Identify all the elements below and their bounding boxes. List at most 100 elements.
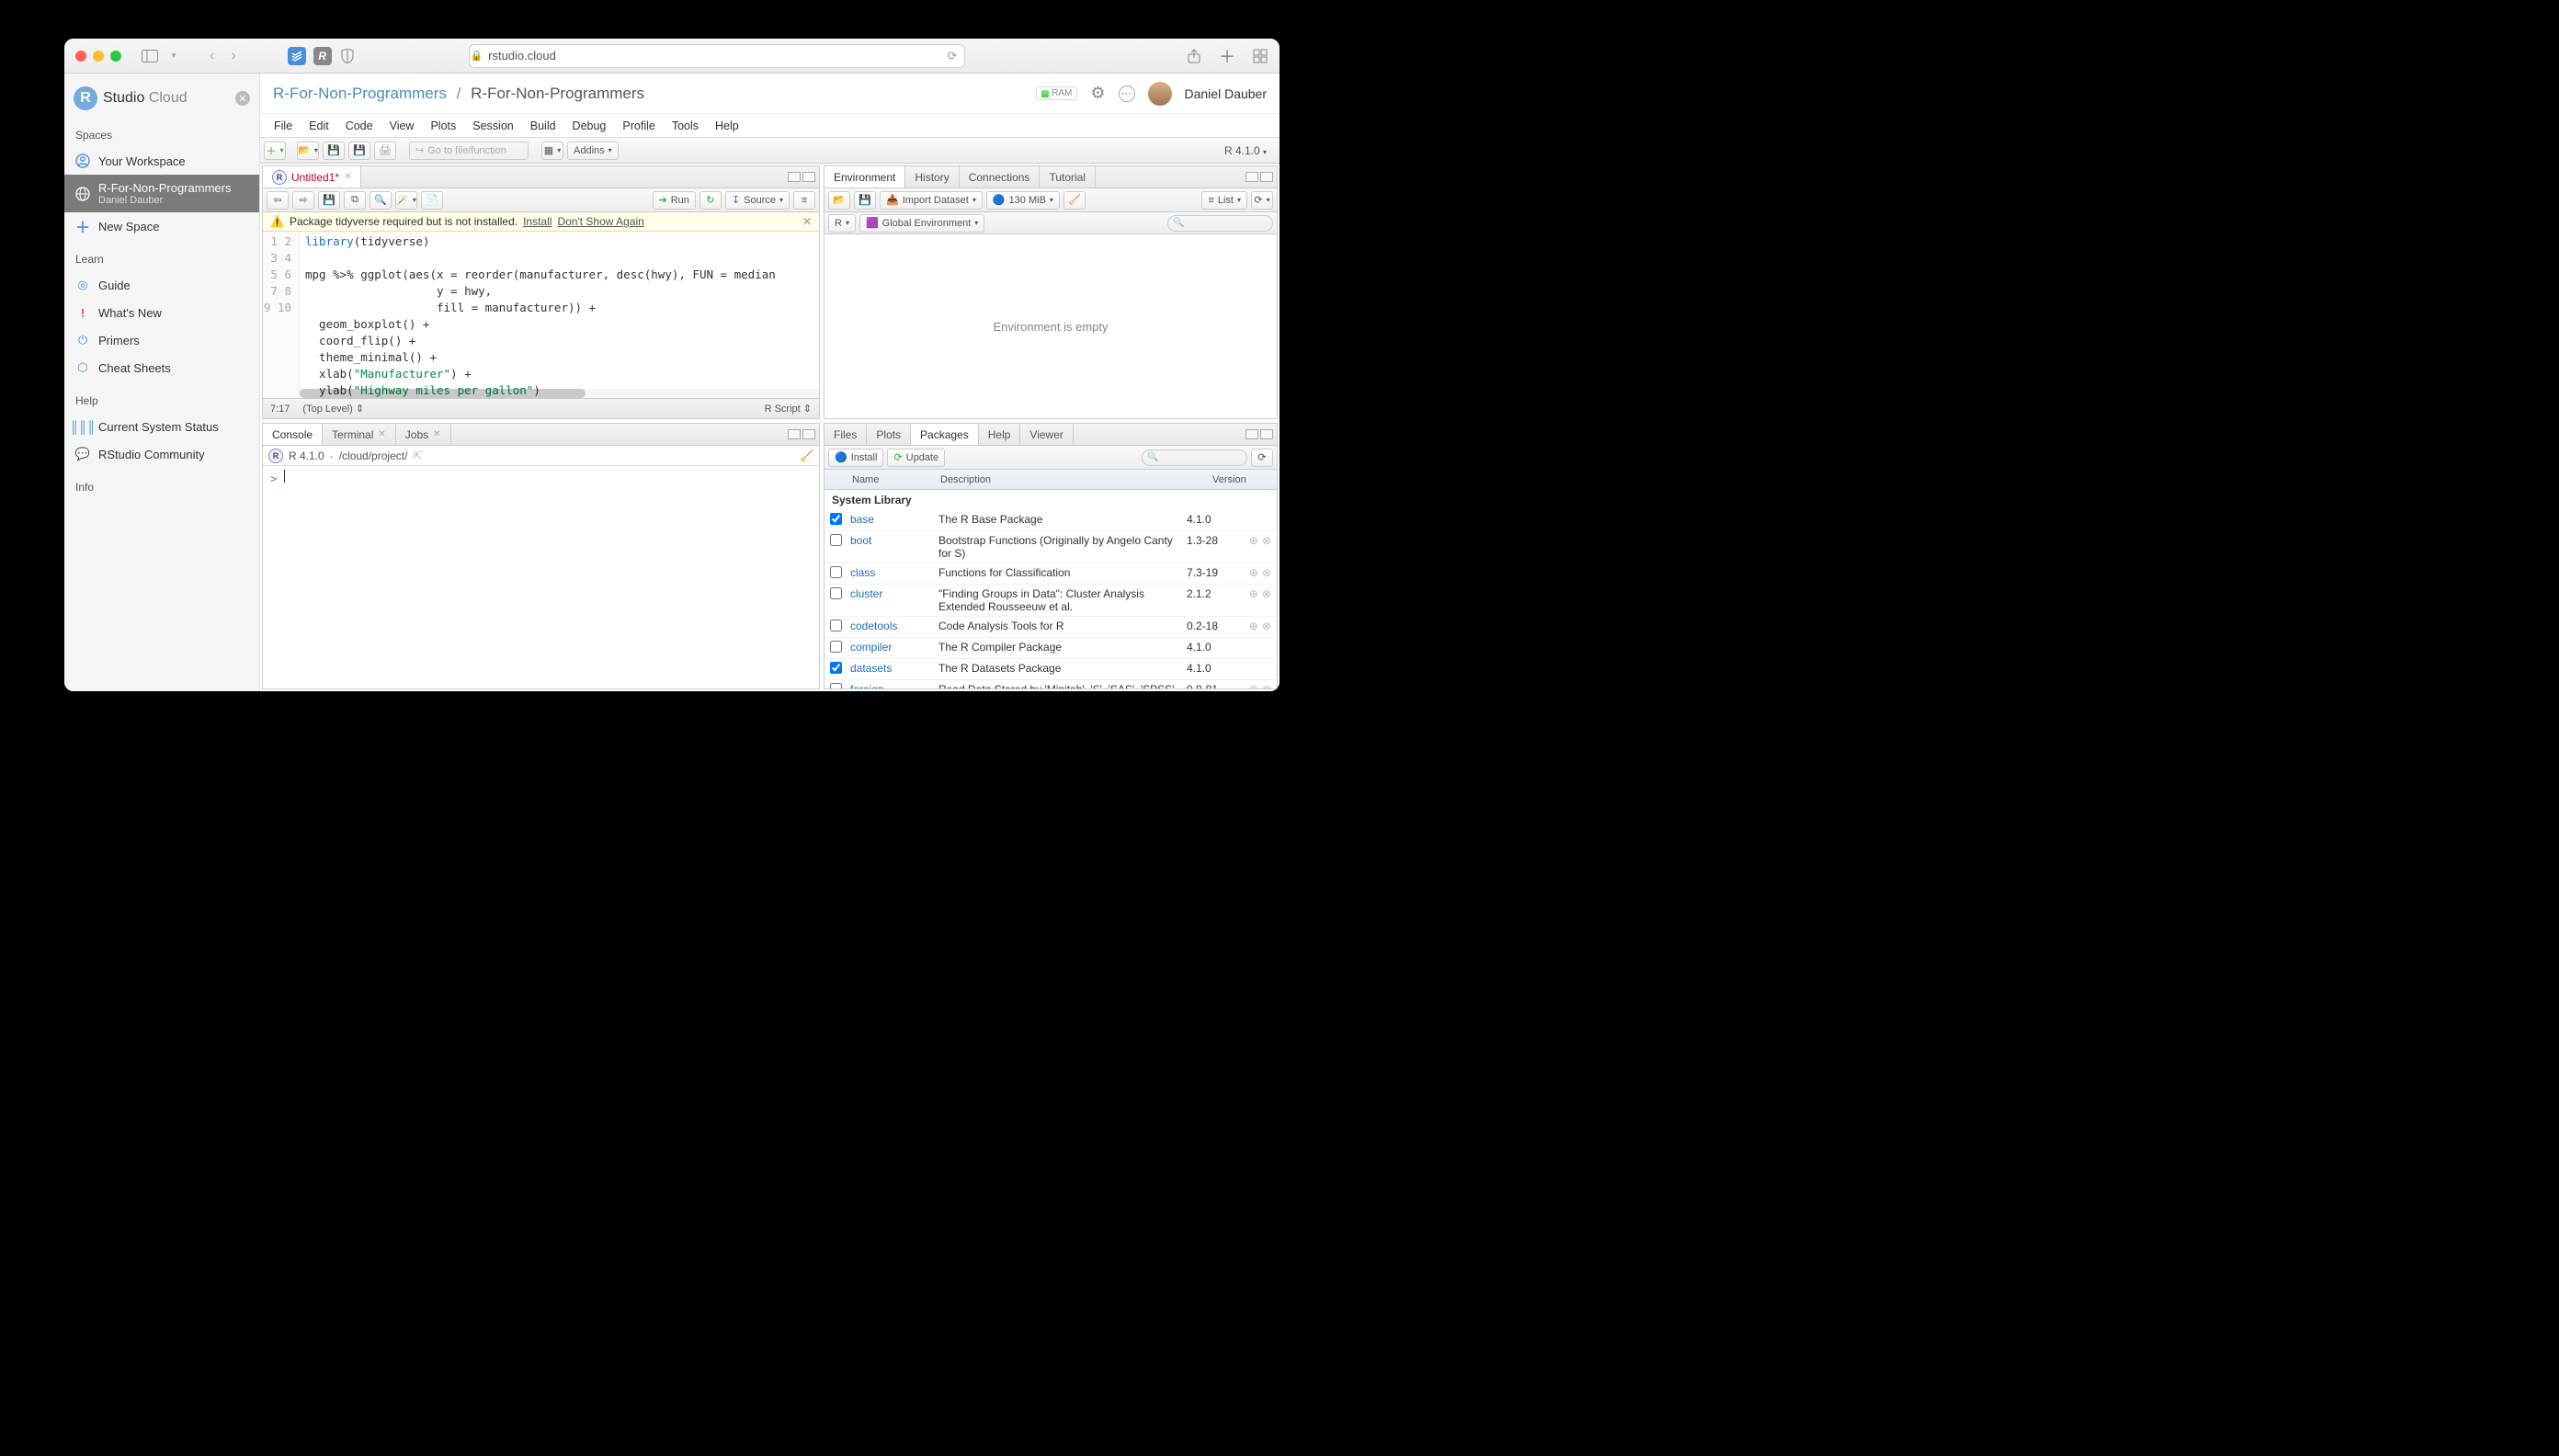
install-pkg-button[interactable]: 🔵 Install — [828, 449, 883, 467]
memory-indicator[interactable]: 🔵 130 MiB ▾ — [986, 191, 1060, 210]
ram-indicator[interactable]: RAM — [1036, 86, 1077, 100]
menu-view[interactable]: View — [381, 119, 423, 132]
menu-plots[interactable]: Plots — [422, 119, 464, 132]
pkg-remove-icon[interactable]: ⊗ — [1262, 683, 1271, 688]
new-file-button[interactable]: ＋▾ — [264, 142, 286, 160]
rerun-button[interactable]: ↻ — [699, 191, 722, 210]
todoist-extension-icon[interactable] — [288, 47, 306, 65]
update-pkg-button[interactable]: ⟳ Update — [887, 449, 945, 467]
pkg-link-datasets[interactable]: datasets — [850, 662, 938, 675]
env-tab-environment[interactable]: Environment — [825, 166, 905, 188]
pkg-tab-packages[interactable]: Packages — [911, 424, 979, 445]
new-tab-icon[interactable]: ＋ — [1219, 48, 1235, 64]
back-button[interactable]: ‹ — [210, 48, 214, 64]
pkg-tab-viewer[interactable]: Viewer — [1020, 424, 1073, 445]
open-file-button[interactable]: 📂▾ — [297, 142, 319, 160]
sidebar-item-project[interactable]: R-For-Non-Programmers Daniel Dauber — [64, 175, 259, 212]
menu-file[interactable]: File — [266, 119, 301, 132]
pkg-tab-plots[interactable]: Plots — [867, 424, 911, 445]
compile-report-button[interactable]: 📄 — [421, 191, 443, 210]
pkg-web-icon[interactable]: ⊕ — [1249, 620, 1258, 632]
sidebar-item-status[interactable]: ║║║ Current System Status — [64, 413, 259, 440]
sidebar-item-primers[interactable]: ⏻ Primers — [64, 326, 259, 354]
run-button[interactable]: ➔Run — [653, 191, 696, 210]
sidebar-item-whats-new[interactable]: ! What's New — [64, 299, 259, 326]
pkg-toggle-base[interactable] — [830, 513, 842, 525]
pkg-link-compiler[interactable]: compiler — [850, 641, 938, 654]
menu-session[interactable]: Session — [464, 119, 521, 132]
console-body[interactable]: > — [263, 466, 819, 688]
pkg-tab-help[interactable]: Help — [979, 424, 1021, 445]
clear-env-button[interactable]: 🧹 — [1063, 191, 1086, 210]
code-tools-button[interactable]: 🪄▾ — [395, 191, 417, 210]
pkg-remove-icon[interactable]: ⊗ — [1262, 587, 1271, 600]
source-tab-untitled[interactable]: R Untitled1* ✕ — [263, 166, 361, 188]
close-window-button[interactable] — [75, 51, 86, 62]
grid-view-button[interactable]: ▦▾ — [541, 142, 563, 160]
show-in-new-window-button[interactable]: ⧉ — [344, 191, 366, 210]
dismiss-link[interactable]: Don't Show Again — [557, 215, 643, 228]
refresh-pkg-button[interactable]: ⟳ — [1251, 449, 1273, 467]
minimize-console-button[interactable] — [788, 429, 801, 439]
sidebar-item-workspace[interactable]: Your Workspace — [64, 147, 259, 175]
r-interpreter-selector[interactable]: R ▾ — [828, 214, 856, 233]
pkg-toggle-cluster[interactable] — [830, 587, 842, 599]
close-warning-button[interactable]: ✕ — [802, 215, 812, 228]
pkg-web-icon[interactable]: ⊕ — [1249, 683, 1258, 688]
menu-edit[interactable]: Edit — [301, 119, 337, 132]
pkg-remove-icon[interactable]: ⊗ — [1262, 566, 1271, 579]
pkg-link-foreign[interactable]: foreign — [850, 683, 938, 688]
gear-icon[interactable]: ⚙ — [1090, 84, 1105, 103]
maximize-pane-button[interactable] — [802, 172, 815, 182]
goto-file-input[interactable]: ↪Go to file/function — [409, 142, 529, 160]
menu-tools[interactable]: Tools — [664, 119, 707, 132]
save-all-button[interactable]: 💾 — [348, 142, 370, 160]
maximize-window-button[interactable] — [110, 51, 121, 62]
save-source-button[interactable]: 💾 — [318, 191, 340, 210]
pkg-web-icon[interactable]: ⊕ — [1249, 587, 1258, 600]
horizontal-scrollbar[interactable] — [300, 389, 819, 398]
maximize-console-button[interactable] — [802, 429, 815, 439]
print-button[interactable]: 🖨 — [374, 142, 396, 160]
pkg-link-codetools[interactable]: codetools — [850, 620, 938, 632]
minimize-env-button[interactable] — [1245, 172, 1258, 182]
find-replace-button[interactable]: 🔍 — [370, 191, 392, 210]
pkg-web-icon[interactable]: ⊕ — [1249, 566, 1258, 579]
sidebar-toggle-icon[interactable] — [142, 48, 158, 64]
import-dataset-button[interactable]: 📥 Import Dataset ▾ — [880, 191, 983, 210]
chevron-down-icon[interactable]: ▾ — [165, 48, 182, 64]
r-extension-icon[interactable]: R — [313, 47, 332, 65]
sidebar-item-community[interactable]: 💬 RStudio Community — [64, 440, 259, 468]
pkg-toggle-compiler[interactable] — [830, 641, 842, 653]
pkg-remove-icon[interactable]: ⊗ — [1262, 620, 1271, 632]
env-search-input[interactable] — [1167, 215, 1273, 232]
address-bar[interactable]: 🔒 rstudio.cloud ⟳ — [469, 44, 965, 68]
console-tab-terminal[interactable]: Terminal✕ — [323, 424, 396, 445]
share-icon[interactable] — [1186, 48, 1202, 64]
filetype-selector[interactable]: R Script ⇕ — [765, 403, 812, 415]
forward-button[interactable]: › — [231, 48, 235, 64]
user-avatar[interactable] — [1148, 82, 1172, 106]
sidebar-item-cheatsheets[interactable]: ⬡ Cheat Sheets — [64, 354, 259, 381]
refresh-env-button[interactable]: ⟳▾ — [1251, 191, 1273, 210]
menu-debug[interactable]: Debug — [564, 119, 615, 132]
pkg-web-icon[interactable]: ⊕ — [1249, 534, 1258, 547]
install-link[interactable]: Install — [523, 215, 552, 228]
maximize-pkg-button[interactable] — [1260, 429, 1273, 439]
code-editor[interactable]: 1 2 3 4 5 6 7 8 9 10 library(tidyverse) … — [263, 232, 819, 398]
menu-help[interactable]: Help — [707, 119, 747, 132]
clear-console-icon[interactable]: 🧹 — [800, 449, 813, 462]
sidebar-item-guide[interactable]: ◎ Guide — [64, 271, 259, 299]
pkg-tab-files[interactable]: Files — [825, 424, 867, 445]
pkg-toggle-datasets[interactable] — [830, 662, 842, 674]
load-workspace-button[interactable]: 📂 — [828, 191, 850, 210]
pkg-link-boot[interactable]: boot — [850, 534, 938, 547]
shield-icon[interactable] — [339, 48, 356, 64]
minimize-pkg-button[interactable] — [1245, 429, 1258, 439]
tab-overview-icon[interactable] — [1252, 48, 1268, 64]
source-dropdown-button[interactable]: ↧Source ▾ — [725, 191, 790, 210]
collapse-sidebar-button[interactable]: ✕ — [235, 91, 250, 106]
fwd-nav-button[interactable]: ⇨ — [292, 191, 314, 210]
pkg-link-class[interactable]: class — [850, 566, 938, 579]
close-tab-button[interactable]: ✕ — [344, 172, 351, 182]
